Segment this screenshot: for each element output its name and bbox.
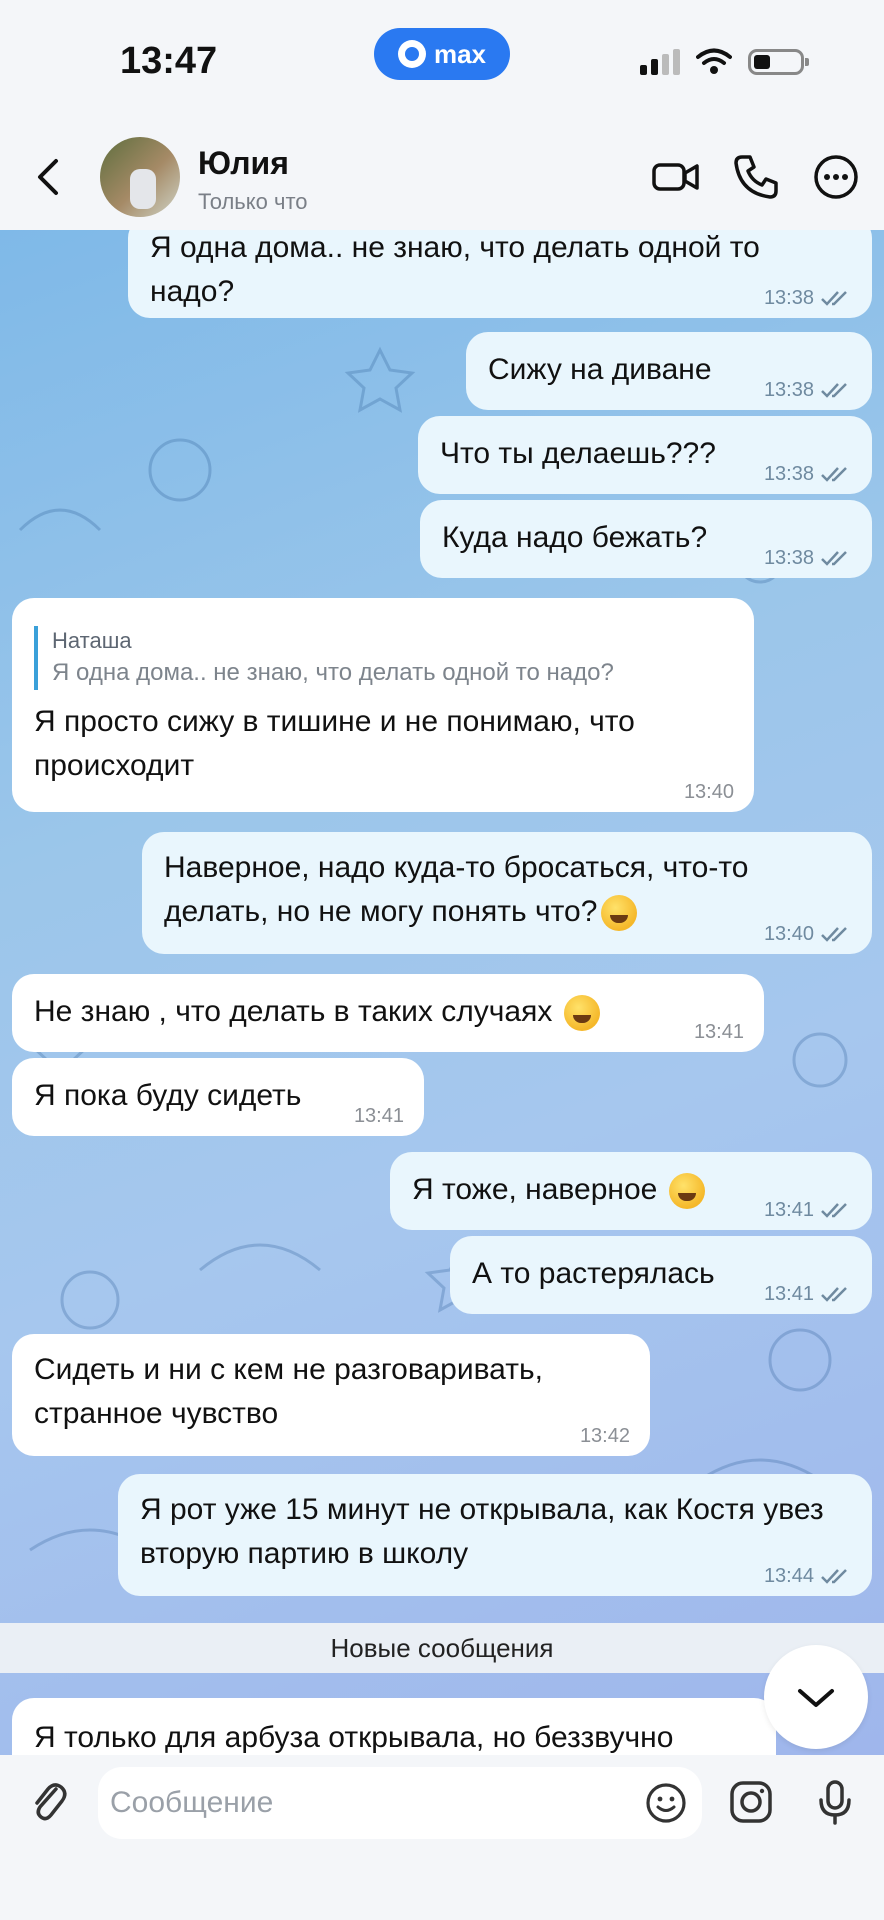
- message-time: 13:40: [683, 781, 734, 803]
- status-time: 13:47: [120, 40, 218, 82]
- message-time: 13:41: [693, 1021, 744, 1043]
- message-bubble-outgoing[interactable]: Сижу на диване 13:38: [466, 332, 872, 410]
- message-meta: 13:41: [354, 1106, 404, 1126]
- message-bubble-outgoing[interactable]: А то растерялась 13:41: [450, 1236, 872, 1314]
- chat-area[interactable]: Я одна дома.. не знаю, что делать одной …: [0, 230, 884, 1755]
- message-meta: 13:38: [764, 380, 852, 400]
- rofl-emoji-icon: [564, 995, 601, 1032]
- read-checkmarks-icon: [821, 291, 847, 306]
- message-time: 13:42: [579, 1425, 630, 1447]
- message-meta: 13:38: [764, 548, 852, 568]
- more-options-icon[interactable]: [810, 151, 862, 203]
- read-checkmarks-icon: [821, 551, 847, 566]
- message-text: Сидеть и ни с кем не разговаривать, стра…: [34, 1353, 543, 1430]
- scroll-to-bottom-button[interactable]: [764, 1645, 868, 1749]
- message-meta: 13:44: [764, 1566, 852, 1586]
- message-bubble-incoming-reply[interactable]: Наташа Я одна дома.. не знаю, что делать…: [12, 598, 754, 812]
- message-input-bar: [0, 1755, 884, 1920]
- message-bubble-incoming[interactable]: Я пока буду сидеть 13:41: [12, 1058, 424, 1136]
- message-text: Не знаю , что делать в таких случаях: [34, 995, 553, 1028]
- max-logo-icon: [397, 40, 426, 68]
- message-bubble-outgoing[interactable]: Я одна дома.. не знаю, что делать одной …: [128, 230, 872, 318]
- message-time: 13:38: [763, 379, 814, 401]
- paperclip-icon[interactable]: [24, 1777, 74, 1827]
- message-meta: 13:38: [764, 288, 852, 308]
- message-time: 13:41: [353, 1105, 404, 1127]
- read-checkmarks-icon: [821, 383, 847, 398]
- message-input[interactable]: [110, 1767, 610, 1839]
- message-bubble-incoming[interactable]: Я только для арбуза открывала, но беззву…: [12, 1698, 776, 1755]
- reply-quote[interactable]: Наташа Я одна дома.. не знаю, что делать…: [34, 626, 732, 690]
- message-meta: 13:41: [764, 1200, 852, 1220]
- message-time: 13:38: [763, 547, 814, 569]
- message-time: 13:41: [763, 1283, 814, 1305]
- message-time: 13:41: [763, 1199, 814, 1221]
- read-checkmarks-icon: [821, 1287, 847, 1302]
- message-meta: 13:42: [580, 1426, 630, 1446]
- message-field[interactable]: [98, 1767, 702, 1839]
- reply-text: Я одна дома.. не знаю, что делать одной …: [52, 659, 614, 686]
- read-checkmarks-icon: [821, 1569, 847, 1584]
- camera-icon[interactable]: [726, 1777, 776, 1827]
- video-call-icon[interactable]: [650, 151, 702, 203]
- message-meta: 13:40: [684, 782, 734, 802]
- message-time: 13:38: [763, 463, 814, 485]
- message-bubble-incoming[interactable]: Сидеть и ни с кем не разговаривать, стра…: [12, 1334, 650, 1456]
- contact-status: Только что: [198, 189, 308, 214]
- wifi-icon: [696, 48, 732, 74]
- app-pill[interactable]: max: [374, 28, 510, 80]
- message-time: 13:40: [763, 923, 814, 945]
- app-pill-label: max: [433, 38, 487, 69]
- chat-header: Юлия Только что: [0, 125, 884, 230]
- message-bubble-outgoing[interactable]: Я рот уже 15 минут не открывала, как Кос…: [118, 1474, 872, 1596]
- message-bubble-outgoing[interactable]: Я тоже, наверное 13:41: [390, 1152, 872, 1230]
- reply-author: Наташа: [52, 628, 132, 653]
- message-text: Я только для арбуза открывала, но беззву…: [34, 1721, 674, 1754]
- message-text: Наверное, надо куда-то бросаться, что-то…: [164, 851, 749, 928]
- rofl-emoji-icon: [601, 895, 638, 932]
- message-time: 13:44: [763, 1565, 814, 1587]
- message-text: Я тоже, наверное: [412, 1173, 658, 1206]
- message-text: Я просто сижу в тишине и не понимаю, что…: [34, 705, 635, 782]
- rofl-emoji-icon: [669, 1173, 706, 1210]
- microphone-icon[interactable]: [810, 1777, 860, 1827]
- message-text: Я одна дома.. не знаю, что делать одной …: [150, 231, 760, 308]
- message-bubble-outgoing[interactable]: Куда надо бежать? 13:38: [420, 500, 872, 578]
- new-messages-divider: Новые сообщения: [0, 1623, 884, 1673]
- avatar[interactable]: [100, 137, 180, 217]
- message-meta: 13:41: [694, 1022, 744, 1042]
- message-bubble-outgoing[interactable]: Наверное, надо куда-то бросаться, что-то…: [142, 832, 872, 954]
- message-time: 13:38: [763, 287, 814, 309]
- back-arrow-icon[interactable]: [28, 155, 72, 199]
- read-checkmarks-icon: [821, 927, 847, 942]
- message-meta: 13:41: [764, 1284, 852, 1304]
- read-checkmarks-icon: [821, 1203, 847, 1218]
- emoji-smile-icon[interactable]: [644, 1781, 688, 1825]
- contact-name[interactable]: Юлия: [198, 145, 289, 182]
- status-bar: 13:47 max: [0, 0, 884, 125]
- message-bubble-incoming[interactable]: Не знаю , что делать в таких случаях 13:…: [12, 974, 764, 1052]
- message-bubble-outgoing[interactable]: Что ты делаешь??? 13:38: [418, 416, 872, 494]
- status-icons: [640, 48, 809, 76]
- message-text: Я рот уже 15 минут не открывала, как Кос…: [140, 1493, 824, 1570]
- battery-icon: [748, 49, 809, 75]
- chevron-down-icon: [798, 1689, 834, 1707]
- message-text: Я пока буду сидеть: [34, 1079, 302, 1112]
- message-meta: 13:38: [764, 464, 852, 484]
- phone-call-icon[interactable]: [730, 151, 782, 203]
- message-meta: 13:40: [764, 924, 852, 944]
- read-checkmarks-icon: [821, 467, 847, 482]
- cellular-signal-icon: [640, 49, 680, 75]
